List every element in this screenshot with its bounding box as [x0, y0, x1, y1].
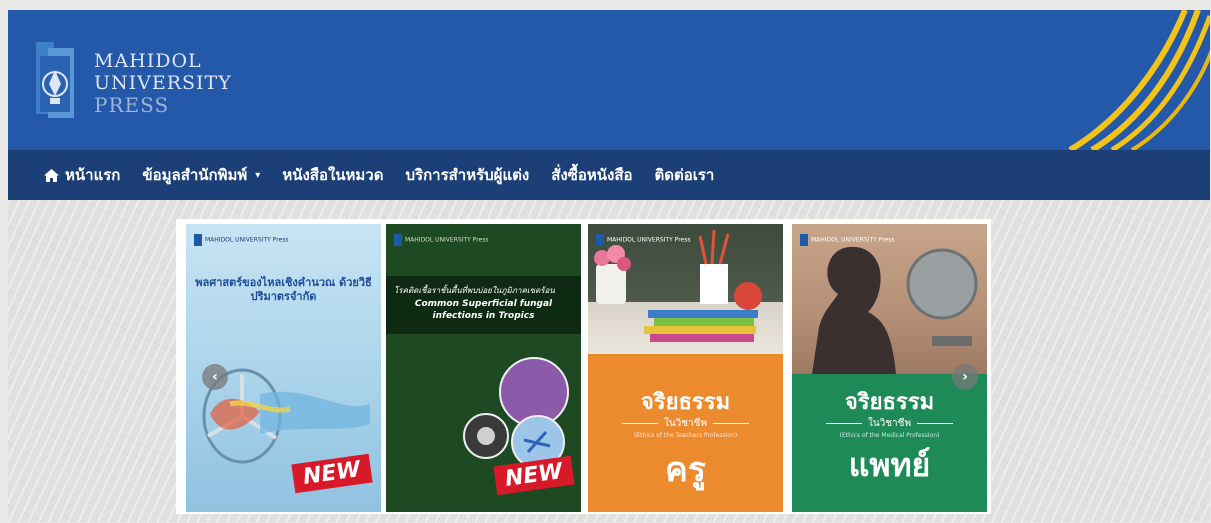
nav-item-categories[interactable]: หนังสือในหมวด	[282, 163, 383, 187]
nav-item-label: หนังสือในหมวด	[282, 166, 384, 184]
book-cover-fungal-infections[interactable]: MAHIDOL UNIVERSITY Press โรคติดเชื้อราชั…	[386, 224, 581, 512]
cover-title: พลศาสตร์ของไหลเชิงคำนวณ ด้วยวิธีปริมาตรจ…	[195, 276, 372, 303]
book-cover-teacher-ethics[interactable]: MAHIDOL UNIVERSITY Press จริยธรรม ในวิชา…	[588, 224, 783, 512]
cover-publisher-logo: MAHIDOL UNIVERSITY Press	[596, 234, 690, 246]
cover-rule-text: ในวิชาชีพ	[810, 416, 969, 431]
cover-publisher-logo: MAHIDOL UNIVERSITY Press	[800, 234, 894, 246]
nav-item-label: สั่งซื้อหนังสือ	[551, 166, 633, 184]
nav-item-home[interactable]: หน้าแรก	[44, 163, 120, 187]
nav-item-author-services[interactable]: บริการสำหรับผู้แต่ง	[405, 163, 529, 187]
nav-item-publisher-info[interactable]: ข้อมูลสำนักพิมพ์ ▾	[142, 163, 260, 187]
cover-subtitle: Common Superficial fungal infections in …	[414, 299, 553, 321]
mahidol-emblem-icon	[36, 42, 74, 118]
site-header: MAHIDOL UNIVERSITY PRESS	[8, 10, 1210, 150]
cover-title-main: ครู	[664, 450, 706, 490]
microscopy-illustration	[463, 357, 569, 469]
cover-title: โรคติดเชื้อราชั้นตื้นที่พบบ่อยในภูมิภาคเ…	[394, 286, 555, 295]
logo-wordmark: MAHIDOL UNIVERSITY PRESS	[94, 50, 232, 116]
cover-title: จริยธรรม	[844, 389, 935, 415]
page-frame: MAHIDOL UNIVERSITY PRESS หน้าแรก ข้อมูลส…	[8, 10, 1210, 522]
cover-publisher-logo: MAHIDOL UNIVERSITY Press	[394, 234, 488, 246]
main-nav: หน้าแรก ข้อมูลสำนักพิมพ์ ▾ หนังสือในหมวด…	[8, 150, 1210, 200]
carousel-next-button[interactable]: ›	[952, 364, 978, 390]
chevron-left-icon: ‹	[212, 369, 218, 385]
book-carousel: MAHIDOL UNIVERSITY Press พลศาสตร์ของไหลเ…	[176, 219, 991, 514]
cover-title-main: แพทย์	[848, 446, 931, 484]
carousel-prev-button[interactable]: ‹	[202, 364, 228, 390]
nav-item-label: ติดต่อเรา	[654, 166, 715, 184]
cover-subtitle: (Ethics of the Teachers Profession)	[633, 432, 738, 439]
gold-stripes-decoration	[1068, 10, 1210, 150]
caret-down-icon: ▾	[255, 169, 261, 181]
nav-item-label: หน้าแรก	[65, 166, 121, 184]
logo-line-press: PRESS	[94, 93, 170, 117]
logo-line-university: UNIVERSITY	[94, 72, 232, 94]
chevron-right-icon: ›	[962, 369, 968, 385]
logo-line-mahidol: MAHIDOL	[94, 50, 202, 72]
cover-title: จริยธรรม	[640, 389, 731, 415]
site-logo[interactable]: MAHIDOL UNIVERSITY PRESS	[30, 38, 270, 124]
cover-subtitle: (Ethics of the Medical Profession)	[839, 432, 940, 439]
nav-item-label: ข้อมูลสำนักพิมพ์	[142, 166, 248, 184]
nav-item-label: บริการสำหรับผู้แต่ง	[405, 166, 530, 184]
home-icon	[44, 168, 59, 182]
cover-publisher-logo: MAHIDOL UNIVERSITY Press	[194, 234, 288, 246]
cover-rule-text: ในวิชาชีพ	[606, 416, 765, 431]
cover-photo-bust	[792, 224, 987, 374]
nav-item-order-books[interactable]: สั่งซื้อหนังสือ	[551, 163, 632, 187]
nav-item-contact[interactable]: ติดต่อเรา	[655, 163, 715, 187]
